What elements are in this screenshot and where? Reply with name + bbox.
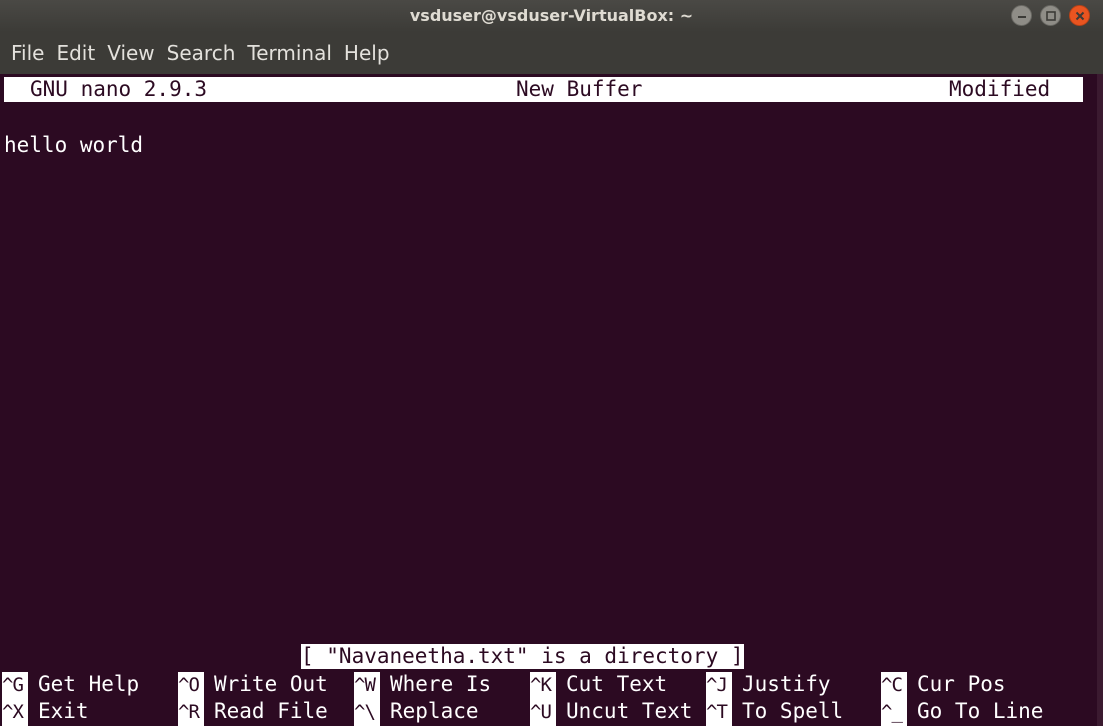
close-icon[interactable] (1069, 5, 1090, 26)
menu-search[interactable]: Search (167, 41, 236, 65)
shortcut-key: ^G (2, 672, 28, 699)
shortcut-label: Justify (742, 672, 831, 696)
shortcut-key: ^W (354, 672, 380, 699)
nano-header-bar: GNU nano 2.9.3 New Buffer Modified (4, 77, 1083, 102)
shortcut-label: Exit (38, 699, 89, 723)
shortcut-label: Where Is (390, 672, 492, 696)
shortcut-cur-pos[interactable]: ^C Cur Pos (881, 671, 1006, 699)
shortcut-where-is[interactable]: ^W Where Is (354, 671, 492, 699)
menu-help[interactable]: Help (344, 41, 390, 65)
shortcut-key: ^C (881, 672, 907, 699)
shortcut-label: Cur Pos (917, 672, 1006, 696)
shortcut-to-spell[interactable]: ^T To Spell (706, 698, 844, 726)
shortcut-key: ^K (530, 672, 556, 699)
shortcut-label: Uncut Text (566, 699, 693, 723)
menu-view[interactable]: View (107, 41, 154, 65)
shortcut-get-help[interactable]: ^G Get Help (2, 671, 140, 699)
window-edge (1097, 74, 1103, 726)
shortcut-exit[interactable]: ^X Exit (2, 698, 89, 726)
shortcut-read-file[interactable]: ^R Read File (178, 698, 328, 726)
modified-indicator: Modified (949, 77, 1051, 101)
menu-bar: File Edit View Search Terminal Help (0, 32, 1103, 74)
buffer-name: New Buffer (516, 77, 643, 101)
nano-version: GNU nano 2.9.3 (30, 77, 208, 101)
shortcut-cut-text[interactable]: ^K Cut Text (530, 671, 668, 699)
shortcut-key: ^X (2, 699, 28, 726)
shortcut-label: Cut Text (566, 672, 668, 696)
menu-edit[interactable]: Edit (56, 41, 95, 65)
shortcut-row-2: ^X Exit ^R Read File ^\ Replace ^U Uncut Tex… (0, 698, 1097, 726)
shortcut-label: Get Help (38, 672, 140, 696)
shortcut-key: ^O (178, 672, 204, 699)
shortcut-key: ^T (706, 699, 732, 726)
shortcut-key: ^_ (881, 699, 907, 726)
maximize-icon[interactable] (1040, 5, 1061, 26)
status-message: [ "Navaneetha.txt" is a directory ] (301, 644, 744, 669)
shortcut-label: To Spell (742, 699, 844, 723)
shortcut-uncut-text[interactable]: ^U Uncut Text (530, 698, 693, 726)
minimize-icon[interactable] (1011, 5, 1032, 26)
shortcut-replace[interactable]: ^\ Replace (354, 698, 479, 726)
shortcut-key: ^U (530, 699, 556, 726)
shortcut-go-to-line[interactable]: ^_ Go To Line (881, 698, 1044, 726)
terminal-area[interactable]: GNU nano 2.9.3 New Buffer Modified hello… (0, 74, 1097, 726)
title-bar[interactable]: vsduser@vsduser-VirtualBox: ~ (0, 0, 1103, 32)
shortcut-label: Replace (390, 699, 479, 723)
shortcut-key: ^R (178, 699, 204, 726)
window-title: vsduser@vsduser-VirtualBox: ~ (409, 6, 694, 25)
shortcut-label: Go To Line (917, 699, 1044, 723)
shortcut-label: Write Out (214, 672, 328, 696)
shortcut-justify[interactable]: ^J Justify (706, 671, 831, 699)
shortcut-key: ^J (706, 672, 732, 699)
editor-line[interactable]: hello world (4, 132, 143, 158)
shortcut-key: ^\ (354, 699, 380, 726)
shortcut-write-out[interactable]: ^O Write Out (178, 671, 328, 699)
shortcut-label: Read File (214, 699, 328, 723)
menu-file[interactable]: File (11, 41, 44, 65)
shortcut-row-1: ^G Get Help ^O Write Out ^W Where Is ^K Cut … (0, 671, 1097, 699)
menu-terminal[interactable]: Terminal (247, 41, 332, 65)
